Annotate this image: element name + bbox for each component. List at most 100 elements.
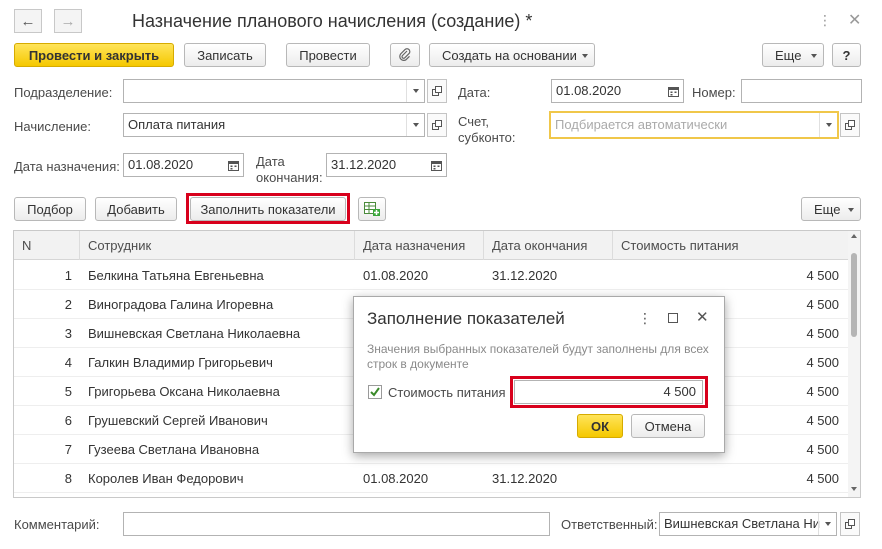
cell-start-date: 01.08.2020 [363,268,429,283]
dropdown-icon[interactable] [818,513,836,535]
col-header-cost[interactable]: Стоимость питания [613,231,848,260]
paperclip-icon [399,48,411,61]
post-and-close-button[interactable]: Провести и закрыть [14,43,174,67]
window-title: Назначение планового начисления (создани… [132,11,533,31]
fill-indicators-dialog: Заполнение показателей ⋮ ✕ Значения выбр… [353,296,725,453]
accrual-value: Оплата питания [128,117,226,132]
cell-start-date: 01.08.2020 [363,471,429,486]
table-row[interactable]: 8 Королев Иван Федорович 01.08.2020 31.12.2… [14,464,848,493]
accrual-label: Начисление: [14,119,91,134]
scroll-thumb[interactable] [851,253,857,337]
calendar-icon[interactable] [223,154,243,176]
checkbox-label: Стоимость питания [388,385,506,400]
col-header-start-date[interactable]: Дата назначения [355,231,484,260]
cell-end-date: 31.12.2020 [492,471,558,486]
date-field[interactable]: 01.08.2020 [551,79,684,103]
forward-button[interactable]: → [54,9,82,33]
account-placeholder: Подбирается автоматически [555,117,728,132]
pick-button[interactable]: Подбор [14,197,86,221]
table-row[interactable]: 1 Белкина Татьяна Евгеньевна 01.08.2020 31.… [14,261,848,290]
assign-date-field[interactable]: 01.08.2020 [123,153,244,177]
close-icon[interactable]: ✕ [848,10,861,30]
cell-n: 2 [64,297,72,312]
dialog-description: Значения выбранных показателей будут зап… [367,342,709,371]
calendar-icon[interactable] [426,154,446,176]
cell-employee: Белкина Татьяна Евгеньевна [88,268,264,283]
number-field[interactable] [741,79,862,103]
save-button[interactable]: Записать [184,43,266,67]
maximize-icon[interactable] [668,313,678,323]
end-date-label-line2: окончания: [256,170,323,185]
window-menu-icon[interactable]: ⋮ [818,12,832,29]
date-value: 01.08.2020 [556,83,622,98]
end-date-label-line1: Дата [256,154,285,169]
date-label: Дата: [458,85,491,100]
cancel-button[interactable]: Отмена [631,414,705,438]
account-open-button[interactable] [840,113,860,137]
cell-n: 6 [64,413,72,428]
create-based-on-label: Создать на основании [442,47,577,63]
department-open-button[interactable] [427,79,447,103]
open-form-icon [845,120,855,130]
more-label: Еще [775,47,802,63]
more-button[interactable]: Еще [762,43,824,67]
add-row-button[interactable]: Добавить [95,197,177,221]
back-button[interactable]: ← [14,9,42,33]
ok-button[interactable]: ОК [577,414,623,438]
table-more-button[interactable]: Еще [801,197,861,221]
cell-cost: 4 500 [806,471,839,486]
cell-n: 5 [64,384,72,399]
accrual-open-button[interactable] [427,113,447,137]
cell-cost: 4 500 [806,268,839,283]
create-based-on-button[interactable]: Создать на основании [429,43,595,67]
end-date-value: 31.12.2020 [331,157,397,172]
dialog-close-icon[interactable]: ✕ [696,308,709,326]
checkmark-icon [370,387,380,397]
help-button[interactable]: ? [832,43,861,67]
cell-employee: Григорьева Оксана Николаевна [88,384,280,399]
scroll-up-icon[interactable] [851,234,857,238]
table-add-icon [364,202,380,216]
account-field[interactable]: Подбирается автоматически [549,111,839,139]
post-button[interactable]: Провести [286,43,370,67]
open-form-icon [432,86,442,96]
responsible-open-button[interactable] [840,512,860,536]
accrual-field[interactable]: Оплата питания [123,113,425,137]
chevron-down-icon [582,54,588,58]
col-header-n[interactable]: N [14,231,80,260]
comment-field[interactable] [123,512,550,536]
table-more-label: Еще [814,201,841,217]
arrow-right-icon: → [60,12,76,30]
cell-n: 7 [64,442,72,457]
highlight-value-field [510,376,708,408]
table-settings-button[interactable] [358,197,386,221]
number-label: Номер: [692,85,736,100]
dropdown-icon[interactable] [406,114,424,136]
assign-date-value: 01.08.2020 [128,157,194,172]
scroll-down-icon[interactable] [851,487,857,491]
dialog-menu-icon[interactable]: ⋮ [638,310,652,327]
dropdown-icon[interactable] [406,80,424,102]
responsible-label: Ответственный: [561,517,658,532]
end-date-field[interactable]: 31.12.2020 [326,153,447,177]
col-header-end-date[interactable]: Дата окончания [484,231,613,260]
indicator-checkbox[interactable] [368,385,382,399]
cell-employee: Грушевский Сергей Иванович [88,413,268,428]
cell-n: 8 [64,471,72,486]
arrow-left-icon: ← [20,12,36,30]
table-header: N Сотрудник Дата назначения Дата окончан… [14,231,860,260]
responsible-field[interactable]: Вишневская Светлана Ни [659,512,837,536]
cell-employee: Виноградова Галина Игоревна [88,297,274,312]
highlight-fill-button [186,193,350,224]
cell-employee: Галкин Владимир Григорьевич [88,355,273,370]
dropdown-icon[interactable] [819,113,837,137]
account-label-line2: субконто: [458,130,516,145]
department-field[interactable] [123,79,425,103]
account-label-line1: Счет, [458,114,489,129]
table-scrollbar[interactable] [848,231,860,497]
chevron-down-icon [811,54,817,58]
cell-end-date: 31.12.2020 [492,268,558,283]
attach-button[interactable] [390,43,420,67]
col-header-employee[interactable]: Сотрудник [80,231,355,260]
calendar-icon[interactable] [663,80,683,102]
